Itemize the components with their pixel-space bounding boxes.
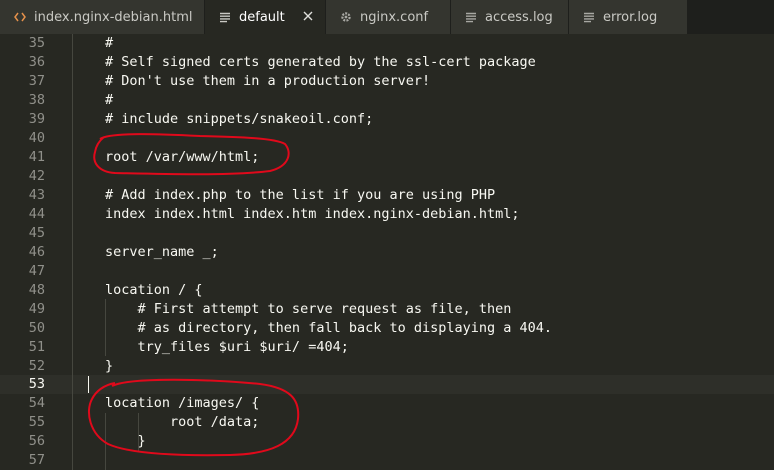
line-number: 56: [28, 433, 45, 449]
code-line: root /var/www/html;: [105, 149, 260, 165]
code-line: # First attempt to serve request as file…: [105, 301, 512, 317]
tab-error-log[interactable]: error.log: [569, 0, 688, 34]
line-number: 37: [28, 73, 45, 89]
tab-label: error.log: [603, 9, 658, 25]
line-number: 41: [28, 149, 45, 165]
line-number: 43: [28, 187, 45, 203]
code-icon: [14, 10, 26, 24]
code-line: location / {: [105, 282, 203, 298]
line-number-current: 53: [28, 376, 45, 392]
code-line: }: [105, 433, 146, 449]
line-number: 54: [28, 395, 45, 411]
line-number: 57: [28, 452, 45, 468]
tab-default[interactable]: default: [205, 0, 326, 34]
line-number: 49: [28, 301, 45, 317]
line-number: 36: [28, 54, 45, 70]
code-line: #: [105, 35, 114, 51]
line-number: 51: [28, 339, 45, 355]
line-number: 42: [28, 168, 45, 184]
code-line: index index.html index.htm index.nginx-d…: [105, 206, 520, 222]
tab-label: default: [239, 9, 285, 25]
line-number: 39: [28, 111, 45, 127]
current-line-highlight: [0, 375, 774, 394]
code-line: server_name _;: [105, 244, 219, 260]
line-number: 47: [28, 263, 45, 279]
line-number: 50: [28, 320, 45, 336]
tab-bar: index.nginx-debian.html default nginx.co…: [0, 0, 774, 35]
code-line: }: [105, 358, 114, 374]
line-number: 55: [28, 414, 45, 430]
tab-label: nginx.conf: [360, 9, 429, 25]
tab-index-nginx-debian-html[interactable]: index.nginx-debian.html: [0, 0, 205, 34]
indent-guide: [72, 34, 73, 470]
tab-nginx-conf[interactable]: nginx.conf: [326, 0, 451, 34]
code-line: # include snippets/snakeoil.conf;: [105, 111, 374, 127]
document-lines-icon: [465, 10, 477, 24]
line-number: 45: [28, 225, 45, 241]
close-icon[interactable]: [301, 9, 315, 23]
code-line: # Add index.php to the list if you are u…: [105, 187, 496, 203]
code-line: location /images/ {: [105, 395, 260, 411]
line-number: 46: [28, 244, 45, 260]
code-line: #: [105, 92, 114, 108]
line-number: 44: [28, 206, 45, 222]
code-line: root /data;: [105, 414, 260, 430]
line-number: 38: [28, 92, 45, 108]
line-number: 35: [28, 35, 45, 51]
code-line: # Don't use them in a production server!: [105, 73, 431, 89]
code-line: try_files $uri $uri/ =404;: [105, 339, 349, 355]
tab-label: access.log: [485, 9, 553, 25]
text-cursor: [88, 376, 89, 393]
code-editor[interactable]: 35 # 36 # Self signed certs generated by…: [0, 34, 774, 470]
code-line: # as directory, then fall back to displa…: [105, 320, 553, 336]
code-line: # Self signed certs generated by the ssl…: [105, 54, 536, 70]
line-number: 48: [28, 282, 45, 298]
gear-icon: [340, 10, 352, 24]
line-number: 40: [28, 130, 45, 146]
document-lines-icon: [583, 10, 595, 24]
document-lines-icon: [219, 10, 231, 24]
tab-label: index.nginx-debian.html: [34, 9, 193, 25]
tab-access-log[interactable]: access.log: [451, 0, 569, 34]
line-number: 52: [28, 358, 45, 374]
